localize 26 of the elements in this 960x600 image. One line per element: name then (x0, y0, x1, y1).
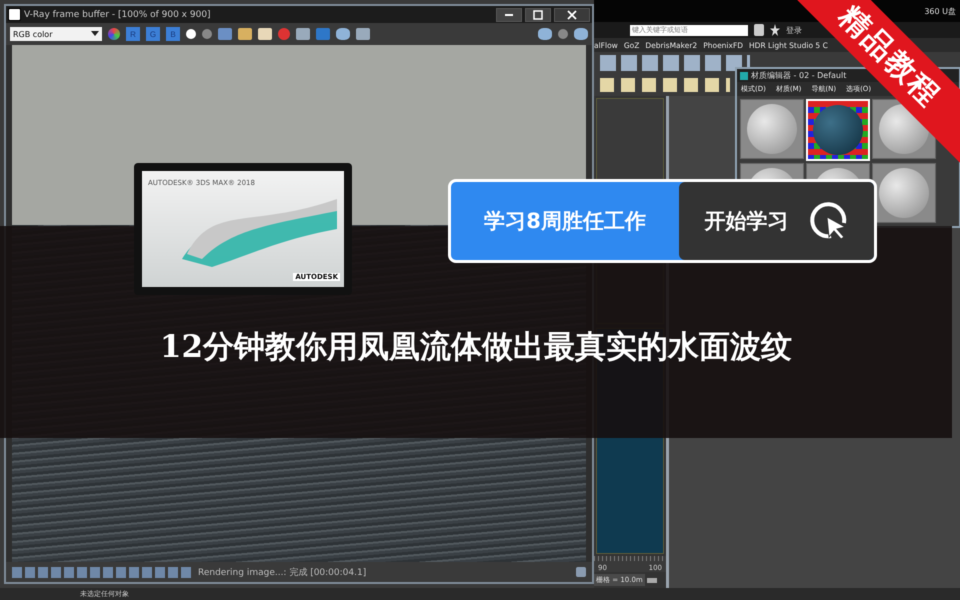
status-toolbar-icons[interactable] (12, 566, 192, 578)
color-circles-icon[interactable] (108, 28, 120, 40)
render-status: Rendering image...: 完成 [00:00:04.1] (198, 566, 366, 578)
maximize-button[interactable] (525, 8, 551, 22)
close-button[interactable] (554, 8, 590, 22)
corner-label: 360 U盘 (924, 6, 956, 16)
start-learning-button[interactable]: 开始学习 (679, 182, 874, 260)
app-icon (740, 72, 748, 80)
ocean-sphere-icon (813, 105, 863, 155)
video-headline: 12分钟教你用凤凰流体做出最真实的水面波纹 (160, 328, 792, 367)
promo-tagline: 学习8周胜任工作 (483, 208, 647, 235)
caret-icon (91, 31, 99, 37)
window-title: V-Ray frame buffer - [100% of 900 x 900] (24, 10, 211, 20)
maximize-icon (533, 10, 543, 20)
channel-dropdown[interactable]: RGB color (10, 27, 102, 41)
window-title: 材质编辑器 - 02 - Default (751, 70, 846, 81)
app-icon (8, 8, 21, 21)
sign-in-link[interactable]: 登录 (786, 24, 802, 36)
close-icon (567, 10, 577, 20)
material-slot[interactable] (872, 163, 936, 223)
minimize-icon (505, 14, 513, 16)
minimize-button[interactable] (496, 8, 522, 22)
create-icons[interactable] (600, 78, 730, 92)
toolbar-icons[interactable] (600, 55, 750, 71)
click-cursor-icon (808, 201, 848, 241)
stop-icon[interactable] (278, 28, 290, 40)
